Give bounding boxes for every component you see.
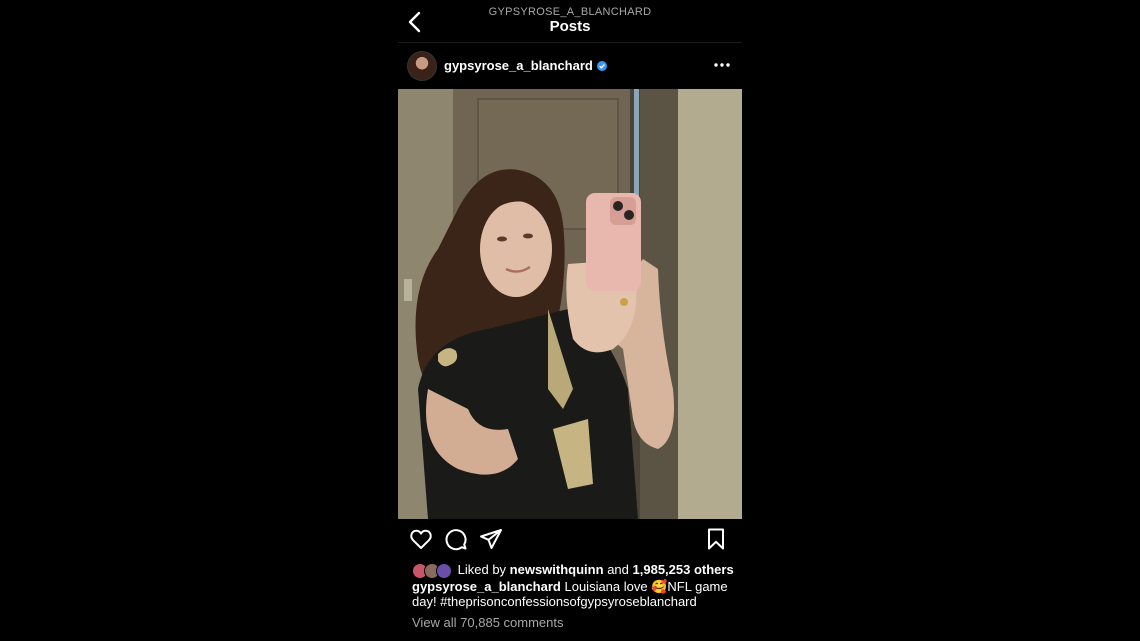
comment-icon[interactable] xyxy=(444,527,468,551)
liker-avatars xyxy=(412,563,452,580)
liked-by-user[interactable]: newswithquinn xyxy=(510,562,604,577)
likes-summary[interactable]: Liked by newswithquinn and 1,985,253 oth… xyxy=(412,562,734,580)
caption-username[interactable]: gypsyrose_a_blanchard xyxy=(412,579,561,594)
post-photo[interactable] xyxy=(398,89,742,519)
post-screen: GYPSYROSE_A_BLANCHARD Posts gypsyrose_a_… xyxy=(398,0,742,641)
action-bar xyxy=(398,527,742,555)
view-comments-link[interactable]: View all 70,885 comments xyxy=(412,615,564,630)
more-icon[interactable] xyxy=(712,56,732,74)
likes-count[interactable]: 1,985,253 others xyxy=(633,562,734,577)
top-bar: GYPSYROSE_A_BLANCHARD Posts xyxy=(398,0,742,43)
page-title: Posts xyxy=(549,18,591,35)
post-username-label: gypsyrose_a_blanchard xyxy=(444,58,593,73)
share-icon[interactable] xyxy=(479,527,503,551)
likes-prefix: Liked by xyxy=(457,562,507,577)
post-caption: gypsyrose_a_blanchard Louisiana love 🥰NF… xyxy=(412,579,732,609)
avatar[interactable] xyxy=(407,51,437,81)
avatar xyxy=(436,563,452,580)
likes-conjunction: and xyxy=(607,562,629,577)
bookmark-icon[interactable] xyxy=(704,527,728,551)
verified-icon xyxy=(596,60,607,71)
heart-icon[interactable] xyxy=(409,527,433,551)
post-username[interactable]: gypsyrose_a_blanchard xyxy=(444,58,607,73)
account-name: GYPSYROSE_A_BLANCHARD xyxy=(488,6,652,18)
post-header: gypsyrose_a_blanchard xyxy=(398,46,742,86)
